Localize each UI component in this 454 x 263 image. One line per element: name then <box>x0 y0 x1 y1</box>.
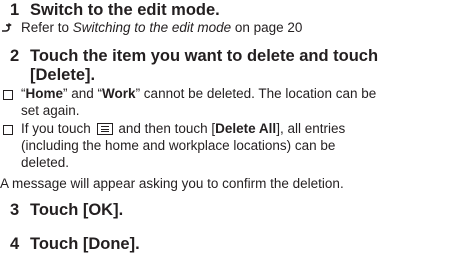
step-text: Switch to the edit mode. <box>30 1 220 19</box>
step-text-line-2: [Delete]. <box>30 66 96 84</box>
step-text: Touch [Done]. <box>30 235 140 253</box>
arrow-right-icon <box>2 22 12 32</box>
note-2-line-1: If you touch and then touch [Delete All]… <box>21 121 345 137</box>
step-number: 1 <box>10 1 20 19</box>
delete-all-label: Delete All <box>215 121 277 136</box>
step-text-line-1: Touch the item you want to delete and to… <box>30 47 379 65</box>
step-number: 2 <box>10 47 20 65</box>
note-2-line-3: deleted. <box>21 155 70 170</box>
note-2-pre: If you touch <box>21 121 91 136</box>
note-1-line-2: set again. <box>21 103 80 118</box>
square-bullet-icon <box>3 90 13 100</box>
square-bullet-icon <box>3 125 13 135</box>
note-2-post: and then touch [ <box>118 121 216 136</box>
note-1-rest: ” cannot be deleted. The location can be <box>135 86 377 101</box>
menu-icon <box>96 123 113 135</box>
confirmation-message: A message will appear asking you to conf… <box>0 176 344 191</box>
quote-mid: ” and “ <box>63 86 103 101</box>
work-label: Work <box>102 86 136 101</box>
note-1-line-1: “Home” and “Work” cannot be deleted. The… <box>21 86 376 102</box>
home-label: Home <box>25 86 64 101</box>
reference-line: Refer to Switching to the edit mode on p… <box>21 20 302 36</box>
note-2-end: ], all entries <box>276 121 346 136</box>
step-number: 4 <box>10 235 20 253</box>
reference-prefix: Refer to <box>21 20 73 35</box>
step-text: Touch [OK]. <box>30 201 124 219</box>
step-number: 3 <box>10 201 20 219</box>
reference-suffix: on page 20 <box>231 20 303 35</box>
reference-link: Switching to the edit mode <box>72 20 232 35</box>
note-2-line-2: (including the home and workplace locati… <box>21 138 336 153</box>
